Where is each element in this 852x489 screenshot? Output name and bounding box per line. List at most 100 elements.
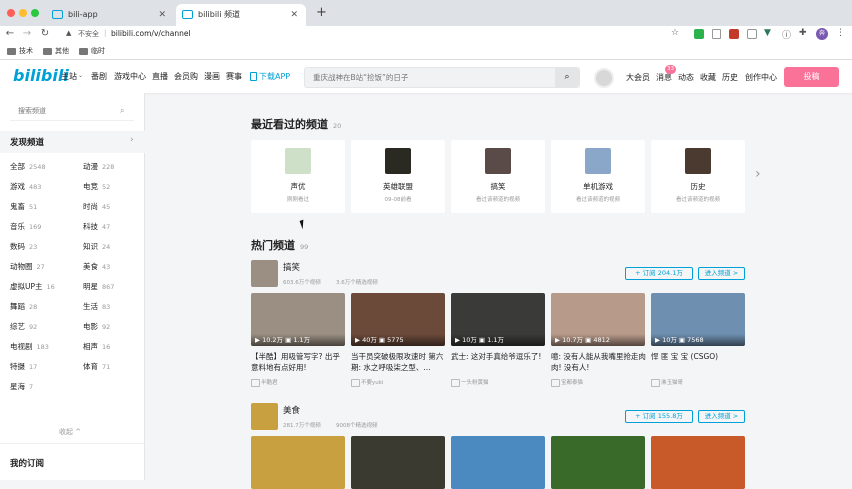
nav-main-site[interactable]: 主站 bbox=[61, 71, 77, 82]
nav-manga[interactable]: 漫画 bbox=[204, 71, 220, 82]
sidebar-category-item[interactable]: 科技 47 bbox=[83, 221, 110, 232]
sidebar-category-item[interactable]: 明星 867 bbox=[83, 281, 114, 292]
hot-channel-name[interactable]: 搞笑 bbox=[283, 261, 300, 273]
upload-button[interactable]: 投稿 bbox=[784, 67, 839, 87]
nav-live[interactable]: 直播 bbox=[152, 71, 168, 82]
reload-icon[interactable]: ↻ bbox=[39, 28, 51, 39]
extension-box-icon[interactable] bbox=[747, 29, 757, 39]
back-icon[interactable]: ← bbox=[4, 28, 16, 39]
nav-vip[interactable]: 大会员 bbox=[626, 72, 650, 83]
video-thumbnail[interactable]: ▶ 40万 ▣ 5775 bbox=[351, 293, 445, 346]
address-url[interactable]: bilibili.com/v/channel bbox=[111, 29, 191, 38]
bookmark-folder-temp[interactable]: 临时 bbox=[79, 43, 105, 60]
info-icon[interactable]: ⓘ bbox=[782, 28, 791, 41]
tab-bilibili-channel[interactable]: bilibili 频道 ✕ bbox=[176, 4, 306, 26]
video-thumbnail[interactable] bbox=[451, 436, 545, 489]
sidebar-category-item[interactable]: 相声 16 bbox=[83, 341, 110, 352]
video-thumbnail[interactable] bbox=[551, 436, 645, 489]
close-tab-icon[interactable]: ✕ bbox=[158, 4, 166, 26]
recent-channel-card[interactable]: 历史 看过该频道的视频 bbox=[651, 140, 745, 213]
sidebar-category-item[interactable]: 体育 71 bbox=[83, 361, 110, 372]
sidebar-category-item[interactable]: 电影 92 bbox=[83, 321, 110, 332]
video-uploader[interactable]: 一头粉黄猫 bbox=[451, 378, 489, 387]
hot-channel-name[interactable]: 美食 bbox=[283, 404, 300, 416]
recent-channel-card[interactable]: 英雄联盟 09-08前看 bbox=[351, 140, 445, 213]
video-title[interactable]: 武士: 这对手真给爷逗乐了! bbox=[451, 351, 547, 362]
extensions-puzzle-icon[interactable]: ✚ bbox=[799, 28, 807, 38]
subscribe-button[interactable]: + 订阅 155.8万 bbox=[625, 410, 693, 423]
video-title[interactable]: 噫: 没有人能从我嘴里抢走肉肉! 没有人! bbox=[551, 351, 647, 373]
my-subscriptions-title[interactable]: 我的订阅 bbox=[10, 457, 44, 469]
channel-avatar[interactable] bbox=[251, 403, 278, 430]
recent-channel-card[interactable]: 声优 刚刚看过 bbox=[251, 140, 345, 213]
bookmark-star-icon[interactable]: ☆ bbox=[671, 28, 679, 38]
video-thumbnail[interactable] bbox=[651, 436, 745, 489]
sidebar-category-item[interactable]: 舞蹈 28 bbox=[10, 301, 37, 312]
sidebar-category-item[interactable]: 星海 7 bbox=[10, 381, 33, 392]
video-uploader[interactable]: 宝都泰猫 bbox=[551, 378, 583, 387]
video-title[interactable]: 【半酷】用吸管写字? 出乎意料地有点好用! bbox=[251, 351, 347, 373]
video-title[interactable]: 当干员突破极限攻速时 第六期: 水之呼吸柒之型、... bbox=[351, 351, 447, 373]
video-title[interactable]: 悍 匪 宝 宝 (CSGO) bbox=[651, 351, 747, 362]
sidebar-category-item[interactable]: 电视剧 183 bbox=[10, 341, 49, 352]
sidebar-category-item[interactable]: 生活 83 bbox=[83, 301, 110, 312]
sidebar-category-item[interactable]: 鬼畜 51 bbox=[10, 201, 37, 212]
video-thumbnail[interactable] bbox=[251, 436, 345, 489]
maximize-window-button[interactable] bbox=[31, 9, 39, 17]
forward-icon[interactable]: → bbox=[21, 28, 33, 39]
search-icon[interactable]: ⌕ bbox=[120, 106, 124, 116]
nav-game-center[interactable]: 游戏中心 bbox=[114, 71, 146, 82]
sidebar-category-item[interactable]: 虚拟UP主 16 bbox=[10, 281, 55, 292]
enter-channel-button[interactable]: 进入频道 > bbox=[698, 267, 745, 280]
channel-search-input[interactable] bbox=[18, 107, 118, 115]
search-input[interactable] bbox=[313, 68, 553, 87]
subscribe-button[interactable]: + 订阅 204.1万 bbox=[625, 267, 693, 280]
sidebar-category-item[interactable]: 全部 2548 bbox=[10, 161, 46, 172]
more-menu-icon[interactable]: ⋮ bbox=[836, 28, 845, 38]
collapse-button[interactable]: 收起 ^ bbox=[59, 427, 81, 437]
close-window-button[interactable] bbox=[7, 9, 15, 17]
sidebar-category-item[interactable]: 综艺 92 bbox=[10, 321, 37, 332]
sidebar-category-item[interactable]: 动漫 228 bbox=[83, 161, 114, 172]
bookmark-folder-tech[interactable]: 技术 bbox=[7, 43, 33, 60]
video-uploader[interactable]: 半酷君 bbox=[251, 378, 278, 387]
extension-doc-icon[interactable] bbox=[712, 29, 721, 39]
warning-icon[interactable]: ▲ bbox=[66, 29, 71, 37]
sidebar-category-item[interactable]: 动物圈 27 bbox=[10, 261, 45, 272]
video-uploader[interactable]: 不要yuki bbox=[351, 378, 383, 387]
sidebar-category-item[interactable]: 特摄 17 bbox=[10, 361, 37, 372]
sidebar-category-item[interactable]: 知识 24 bbox=[83, 241, 110, 252]
sidebar-category-item[interactable]: 数码 23 bbox=[10, 241, 37, 252]
nav-shop[interactable]: 会员购 bbox=[174, 71, 198, 82]
video-thumbnail[interactable]: ▶ 10万 ▣ 1.1万 bbox=[451, 293, 545, 346]
sidebar-discover-item[interactable]: 发现频道 › bbox=[0, 131, 145, 153]
recent-channel-card[interactable]: 搞笑 看过该频道的视频 bbox=[451, 140, 545, 213]
nav-favorites[interactable]: 收藏 bbox=[700, 72, 716, 83]
sidebar-category-item[interactable]: 时尚 45 bbox=[83, 201, 110, 212]
nav-anime[interactable]: 番剧 bbox=[91, 71, 107, 82]
channel-avatar[interactable] bbox=[251, 260, 278, 287]
video-uploader[interactable]: 沸玉猫哥 bbox=[651, 378, 683, 387]
nav-esports[interactable]: 赛事 bbox=[226, 71, 242, 82]
nav-creator-center[interactable]: 创作中心 bbox=[745, 72, 777, 83]
next-arrow-icon[interactable]: › bbox=[755, 166, 761, 182]
user-avatar[interactable] bbox=[594, 68, 614, 88]
extension-v-icon[interactable]: ▼ bbox=[764, 28, 771, 38]
video-thumbnail[interactable]: ▶ 10万 ▣ 7568 bbox=[651, 293, 745, 346]
sidebar-category-item[interactable]: 音乐 169 bbox=[10, 221, 41, 232]
extension-green-icon[interactable] bbox=[694, 29, 704, 39]
sidebar-category-item[interactable]: 电竞 52 bbox=[83, 181, 110, 192]
new-tab-button[interactable]: + bbox=[316, 5, 327, 20]
nav-history[interactable]: 历史 bbox=[722, 72, 738, 83]
tab-bili-app[interactable]: bili-app ✕ bbox=[46, 4, 174, 26]
close-tab-icon[interactable]: ✕ bbox=[290, 4, 298, 26]
profile-avatar[interactable]: 奔 bbox=[816, 28, 828, 40]
enter-channel-button[interactable]: 进入频道 > bbox=[698, 410, 745, 423]
recent-channel-card[interactable]: 单机游戏 看过该频道的视频 bbox=[551, 140, 645, 213]
nav-dynamics[interactable]: 动态 bbox=[678, 72, 694, 83]
minimize-window-button[interactable] bbox=[19, 9, 27, 17]
video-thumbnail[interactable] bbox=[351, 436, 445, 489]
bookmark-folder-other[interactable]: 其他 bbox=[43, 43, 69, 60]
extension-red-icon[interactable] bbox=[729, 29, 739, 39]
video-thumbnail[interactable]: ▶ 10.7万 ▣ 4812 bbox=[551, 293, 645, 346]
